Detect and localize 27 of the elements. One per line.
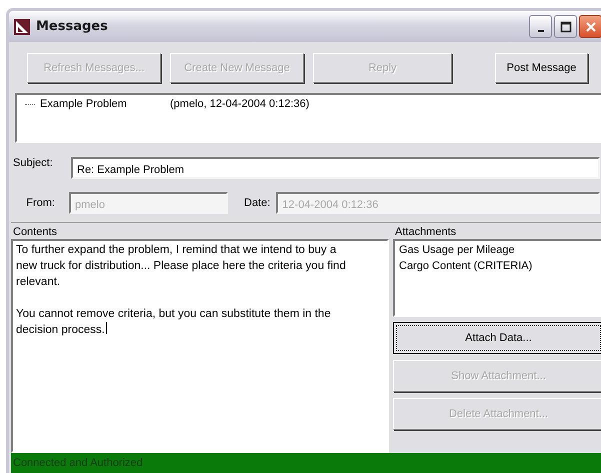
- maximize-icon: [560, 20, 572, 32]
- date-label: Date:: [244, 197, 270, 209]
- minimize-button[interactable]: [529, 15, 552, 38]
- window-title: Messages: [36, 19, 109, 34]
- message-info: (pmelo, 12-04-2004 0:12:36): [170, 98, 310, 110]
- subject-label: Subject:: [12, 157, 54, 169]
- from-label: From:: [25, 197, 55, 209]
- message-title[interactable]: Example Problem: [40, 98, 170, 110]
- minimize-icon: [538, 30, 544, 32]
- status-text: Connected and Authorized: [13, 457, 143, 469]
- message-list[interactable]: Example Problem (pmelo, 12-04-2004 0:12:36): [15, 93, 601, 143]
- subject-field[interactable]: Re: Example Problem: [71, 157, 600, 179]
- app-logo-icon: [13, 18, 31, 36]
- toolbar-button[interactable]: Post Message: [495, 53, 588, 83]
- attachment-button[interactable]: Attach Data...: [393, 322, 601, 354]
- paragraph: To further expand the problem, I remind that we intend to buy a new truck for distribution... Please place here the criteria you find relevant.: [16, 243, 347, 290]
- contents-label: Contents: [12, 225, 58, 239]
- contents-text-area[interactable]: [11, 239, 389, 453]
- paragraph: You cannot remove criteria, but you can substitute them in the decision process.: [16, 307, 332, 338]
- attachments-label: Attachments: [394, 225, 458, 239]
- attachment-item[interactable]: Cargo Content (CRITERIA): [399, 258, 598, 274]
- close-button[interactable]: [579, 15, 601, 38]
- text-cursor: [106, 322, 107, 334]
- close-icon: [584, 20, 596, 32]
- attachments-list[interactable]: Gas Usage per Mileage Cargo Content (CRITERIA): [393, 239, 601, 317]
- attachment-item[interactable]: Gas Usage per Mileage: [399, 242, 598, 258]
- maximize-button[interactable]: [554, 15, 577, 38]
